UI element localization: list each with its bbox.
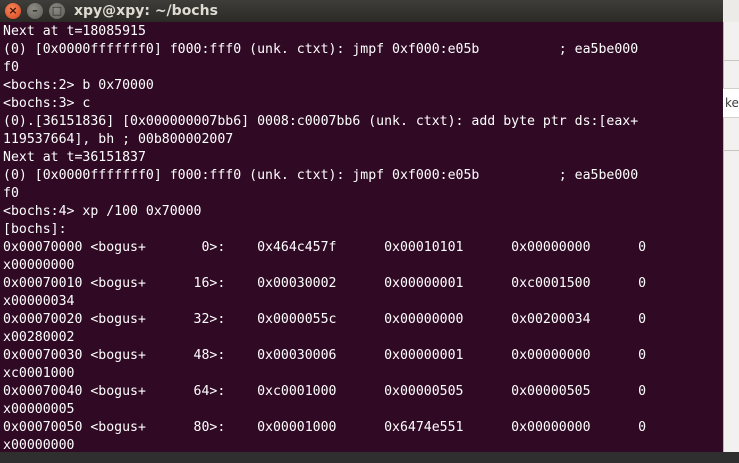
terminal-line: 119537664], bh ; 00b800002007 <box>3 132 234 147</box>
terminal-line: (0) [0x0000fffffff0] f000:fff0 (unk. ctx… <box>3 42 639 57</box>
terminal-line: [bochs]: <box>3 222 67 237</box>
minimize-icon: – <box>32 4 38 17</box>
terminal-scrollbar[interactable] <box>720 22 723 452</box>
terminal-line: 0x00070040 <bogus+ 64>: 0xc0001000 0x000… <box>3 384 647 399</box>
terminal-line: 0x00070030 <bogus+ 48>: 0x00030006 0x000… <box>3 348 647 363</box>
close-icon: × <box>8 4 18 17</box>
terminal-line: 0x00070050 <bogus+ 80>: 0x00001000 0x647… <box>3 420 647 435</box>
terminal-line: Next at t=18085915 <box>3 24 146 39</box>
terminal-line: 0x00070020 <bogus+ 32>: 0x0000055c 0x000… <box>3 312 647 327</box>
close-button[interactable]: × <box>5 3 21 19</box>
terminal-window[interactable]: × – □ xpy@xpy: ~/bochs Next at t=1808591… <box>0 0 723 452</box>
terminal-line: Next at t=36151837 <box>3 150 146 165</box>
background-window-text: kei <box>725 96 739 110</box>
window-titlebar[interactable]: × – □ xpy@xpy: ~/bochs <box>0 0 723 22</box>
maximize-button[interactable]: □ <box>49 3 65 19</box>
terminal-line: 0x00070010 <bogus+ 16>: 0x00030002 0x000… <box>3 276 647 291</box>
terminal-line: x00000005 <box>3 402 75 417</box>
terminal-line: f0 <box>3 60 19 75</box>
terminal-line: f0 <box>3 186 19 201</box>
background-divider <box>723 60 739 61</box>
terminal-line: x00000000 <box>3 258 75 273</box>
terminal-line: <bochs:3> c <box>3 96 91 111</box>
terminal-line: x00280002 <box>3 330 75 345</box>
background-taskbar <box>0 452 739 463</box>
terminal-line: <bochs:2> b 0x70000 <box>3 78 154 93</box>
terminal-output[interactable]: Next at t=18085915 (0) [0x0000fffffff0] f… <box>3 23 723 452</box>
minimize-button[interactable]: – <box>27 3 43 19</box>
terminal-line: <bochs:4> xp /100 0x70000 <box>3 204 202 219</box>
terminal-line: x00000034 <box>3 294 75 309</box>
background-window-text-field: kei <box>723 88 739 118</box>
terminal-line: 0x00070000 <bogus+ 0>: 0x464c457f 0x0001… <box>3 240 647 255</box>
maximize-icon: □ <box>51 4 63 17</box>
terminal-line: (0) [0x0000fffffff0] f000:fff0 (unk. ctx… <box>3 168 639 183</box>
window-title: xpy@xpy: ~/bochs <box>74 3 218 19</box>
terminal-line: x00000000 <box>3 438 75 452</box>
background-divider <box>723 150 739 151</box>
terminal-line: xc0001000 <box>3 366 75 381</box>
terminal-line: (0).[36151836] [0x000000007bb6] 0008:c00… <box>3 114 639 129</box>
